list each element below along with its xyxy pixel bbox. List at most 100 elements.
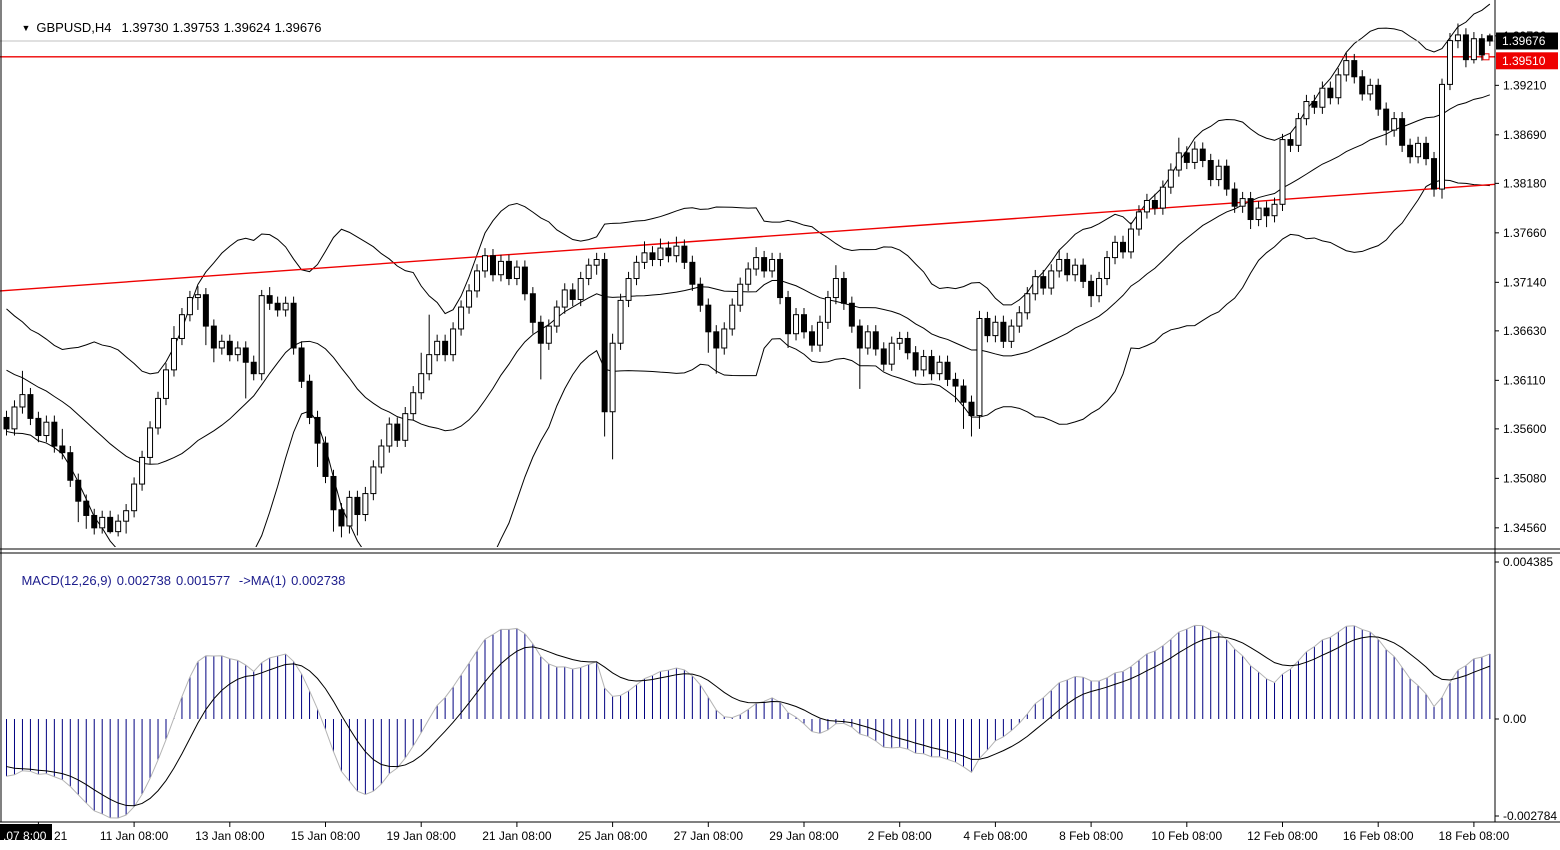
candle-body (905, 338, 910, 352)
candle-body (435, 341, 440, 354)
candle-body (1152, 200, 1157, 208)
candle-body (1136, 212, 1141, 229)
candle-body (746, 269, 751, 284)
candle-body (778, 259, 783, 297)
candle-body (1312, 102, 1317, 108)
candle-body (1248, 199, 1253, 220)
candle-body (251, 362, 256, 373)
candle-body (44, 422, 49, 435)
candle-body (1073, 265, 1078, 275)
candle-body (634, 262, 639, 278)
candle-body (315, 417, 320, 443)
time-axis-label: 16 Feb 08:00 (1343, 829, 1414, 843)
time-axis-label: 15 Jan 08:00 (291, 829, 361, 843)
candle-body (235, 348, 240, 355)
candle-body (1240, 199, 1245, 207)
candle-body (841, 279, 846, 304)
candle-body (586, 265, 591, 278)
candle-body (1455, 35, 1460, 41)
candle-body (698, 284, 703, 305)
candle-body (1192, 149, 1197, 162)
candle-body (1440, 84, 1445, 189)
candle-body (1208, 161, 1213, 180)
time-axis-label: 8 Feb 08:00 (1059, 829, 1123, 843)
candle-body (530, 294, 535, 323)
candle-body (1057, 259, 1062, 270)
candle-body (961, 386, 966, 402)
candle-body (977, 318, 982, 415)
candle-body (650, 253, 655, 260)
candle-body (1224, 166, 1229, 189)
candle-body (618, 300, 623, 343)
candle-body (1424, 143, 1429, 158)
candle-body (259, 296, 264, 374)
candle-body (921, 357, 926, 370)
candle-body (825, 298, 830, 323)
candle-body (1144, 200, 1149, 211)
candle-body (363, 494, 368, 515)
candle-body (642, 253, 647, 263)
candle-body (762, 258, 767, 271)
candle-body (475, 271, 480, 291)
candle-body (1487, 36, 1492, 41)
candle-body (626, 279, 631, 301)
candle-body (267, 296, 272, 304)
candle-body (889, 343, 894, 364)
price-axis-label: 1.39210 (1503, 78, 1547, 92)
symbol-dropdown-icon[interactable]: ▼ (21, 23, 30, 33)
candle-body (403, 414, 408, 441)
candle-body (849, 303, 854, 326)
macd-indicator-header: MACD(12,26,9)0.0027380.001577 ->MA(1)0.0… (7, 558, 350, 603)
candle-body (1288, 140, 1293, 146)
candle-body (395, 424, 400, 440)
candle-body (546, 326, 551, 343)
candle-body (451, 329, 456, 355)
candle-body (1009, 326, 1014, 341)
candle-body (754, 258, 759, 269)
candle-body (84, 501, 89, 515)
close-value: 1.39676 (275, 20, 322, 35)
candle-body (1264, 208, 1269, 216)
macd-axis-label: 0.00 (1503, 712, 1527, 726)
candle-body (195, 295, 200, 298)
candle-body (993, 322, 998, 335)
candle-body (817, 322, 822, 345)
candle-body (1392, 119, 1397, 130)
candle-body (1017, 313, 1022, 326)
candle-body (833, 279, 838, 298)
candle-body (881, 349, 886, 364)
candle-body (897, 338, 902, 343)
candle-body (506, 261, 511, 278)
candle-body (1368, 85, 1373, 94)
candle-body (1400, 119, 1405, 146)
candle-body (52, 422, 57, 446)
candle-body (187, 298, 192, 315)
chart-canvas[interactable]: 1.397301.392101.386901.381801.376601.371… (0, 0, 1560, 850)
candle-body (243, 348, 248, 362)
candle-body (219, 341, 224, 348)
candle-body (809, 332, 814, 345)
price-axis-label: 1.36630 (1503, 324, 1547, 338)
candle-body (411, 393, 416, 414)
candle-body (538, 322, 543, 343)
candle-body (1304, 102, 1309, 119)
candle-body (514, 267, 519, 278)
candle-body (132, 484, 137, 511)
candle-body (419, 374, 424, 393)
chart-window: 1.397301.392101.386901.381801.376601.371… (0, 0, 1560, 850)
low-value: 1.39624 (224, 20, 271, 35)
candle-body (467, 291, 472, 307)
candle-body (937, 362, 942, 373)
candle-body (490, 256, 495, 275)
price-axis-label: 1.37140 (1503, 275, 1547, 289)
price-axis-label: 1.34560 (1503, 521, 1547, 535)
candle-body (1479, 39, 1484, 55)
candle-body (602, 259, 607, 411)
time-axis-label: 11 Jan 08:00 (100, 829, 169, 843)
candle-body (211, 326, 216, 348)
candle-body (1384, 109, 1389, 130)
candle-body (275, 303, 280, 310)
macd-signal-value: 0.001577 (176, 573, 230, 588)
candle-body (1089, 281, 1094, 295)
candle-body (786, 298, 791, 334)
